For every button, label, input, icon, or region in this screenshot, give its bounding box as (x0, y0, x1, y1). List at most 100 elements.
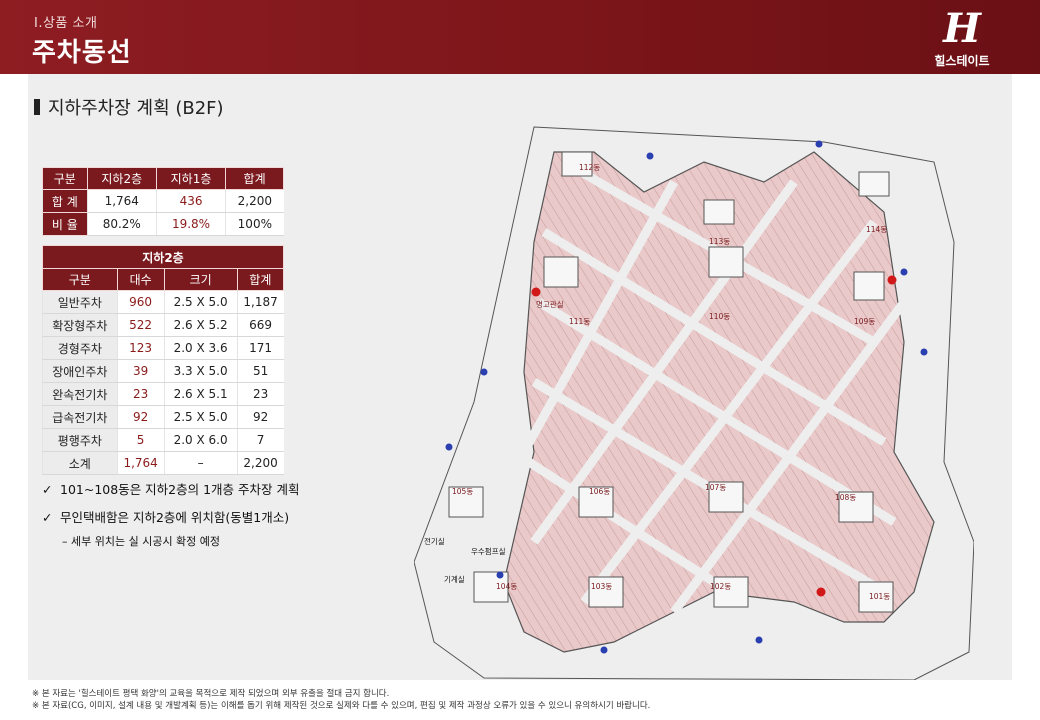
logo-mark-icon: H (943, 5, 981, 52)
table-row: 급속전기차 92 2.5 X 5.0 92 (42, 405, 284, 429)
cell-total: 2,200 (236, 451, 284, 475)
check-icon: ✓ (42, 482, 53, 497)
cell-size: 3.3 X 5.0 (163, 359, 238, 383)
label-meeting-room: 명고관실 (536, 299, 564, 309)
row-label: 소계 (42, 451, 118, 475)
row-label: 합 계 (42, 189, 88, 213)
cell-b2: 1,764 (86, 189, 157, 213)
summary-header: 지하2층 (86, 167, 157, 190)
cell-size: 2.5 X 5.0 (163, 405, 238, 429)
cell-b1: 436 (155, 189, 226, 213)
b2-header: 구분 (42, 268, 118, 291)
section-title-text: 지하주차장 계획 (B2F) (48, 98, 224, 119)
logo-brand-text: 힐스테이트 (934, 54, 990, 68)
row-label: 일반주차 (42, 290, 118, 314)
cell-total: 2,200 (225, 189, 284, 213)
cell-count: 5 (116, 428, 165, 452)
table-row: 경형주차 123 2.0 X 3.6 171 (42, 336, 284, 360)
table-row: 평행주차 5 2.0 X 6.0 7 (42, 428, 284, 452)
note-text: 101~108동은 지하2층의 1개층 주차장 계획 (60, 482, 300, 497)
note-item: ✓ 무인택배함은 지하2층에 위치함(동별1개소) (42, 507, 300, 526)
cell-count: 522 (116, 313, 165, 337)
cell-count: 92 (116, 405, 165, 429)
label-114: 114동 (866, 225, 887, 234)
footer-disclaimer: ※ 본 자료는 '힐스테이트 평택 화양'의 교육을 목적으로 제작 되었으며 … (32, 688, 650, 712)
cell-size: 2.6 X 5.1 (163, 382, 238, 406)
table-row: 비 율 80.2% 19.8% 100% (42, 212, 284, 236)
brand-logo[interactable]: H 힐스테이트 (924, 5, 1000, 69)
label-108: 108동 (835, 493, 856, 502)
cell-count: 39 (116, 359, 165, 383)
label-107: 107동 (705, 483, 726, 492)
cell-total: 1,187 (236, 290, 284, 314)
b2-header: 크기 (163, 268, 238, 291)
header-subtitle: Ⅰ.상품 소개 (34, 16, 98, 31)
cell-total: 92 (236, 405, 284, 429)
cell-size: 2.6 X 5.2 (163, 313, 238, 337)
row-label: 경형주차 (42, 336, 118, 360)
label-112: 112동 (579, 163, 600, 172)
cell-size: 2.5 X 5.0 (163, 290, 238, 314)
cell-b1: 19.8% (155, 212, 226, 236)
row-label: 확장형주차 (42, 313, 118, 337)
table-caption: 지하2층 (42, 245, 284, 269)
label-mechanical-room: 기계실 (444, 574, 465, 584)
section-bar-icon (34, 99, 40, 115)
notes: ✓ 101~108동은 지하2층의 1개층 주차장 계획 ✓ 무인택배함은 지하2층… (42, 479, 300, 549)
row-label: 완속전기차 (42, 382, 118, 406)
section-title: 지하주차장 계획 (B2F) (34, 94, 224, 120)
parking-floor-plan: 112동 113동 114동 111동 110동 109동 105동 106동 … (414, 126, 974, 680)
table-row: 완속전기차 23 2.6 X 5.1 23 (42, 382, 284, 406)
label-101: 101동 (869, 592, 890, 601)
note-item: ✓ 101~108동은 지하2층의 1개층 주차장 계획 (42, 479, 300, 498)
cell-total: 100% (225, 212, 284, 236)
cell-size: 2.0 X 3.6 (163, 336, 238, 360)
label-110: 110동 (709, 312, 730, 321)
table-row: 일반주차 960 2.5 X 5.0 1,187 (42, 290, 284, 314)
label-102: 102동 (710, 582, 731, 591)
cell-total: 7 (236, 428, 284, 452)
label-104: 104동 (496, 582, 517, 591)
cell-size: – (163, 451, 238, 475)
note-subtext: – 세부 위치는 실 시공시 확정 예정 (62, 535, 221, 548)
summary-header: 지하1층 (155, 167, 227, 190)
cell-count: 960 (116, 290, 165, 314)
label-pump-room: 우수펌프실 (471, 546, 506, 556)
label-106: 106동 (589, 487, 610, 496)
header-bar: Ⅰ.상품 소개 주차동선 H 힐스테이트 (0, 0, 1040, 74)
label-109: 109동 (854, 317, 875, 326)
label-111: 111동 (569, 317, 590, 326)
cell-total: 171 (236, 336, 284, 360)
table-row: 합 계 1,764 436 2,200 (42, 189, 284, 213)
summary-header: 합계 (225, 167, 284, 190)
table-row: 소계 1,764–2,200 (42, 451, 284, 475)
cell-count: 123 (116, 336, 165, 360)
label-105: 105동 (452, 487, 473, 496)
summary-header: 구분 (42, 167, 88, 190)
footer-line: ※ 본 자료(CG, 이미지, 설계 내용 및 개발계획 등)는 이해를 돕기 … (32, 701, 651, 711)
cell-b2: 80.2% (86, 212, 157, 236)
content-panel: 지하주차장 계획 (B2F) 구분 지하2층 지하1층 합계 합 계 1,764… (28, 74, 1012, 680)
cell-total: 23 (236, 382, 284, 406)
b2-parking-table: 지하2층 구분 대수 크기 합계 일반주차 960 2.5 X 5.0 1,187 확… (42, 245, 285, 475)
cell-total: 51 (236, 359, 284, 383)
cell-size: 2.0 X 6.0 (163, 428, 238, 452)
footer-line: ※ 본 자료는 '힐스테이트 평택 화양'의 교육을 목적으로 제작 되었으며 … (32, 689, 390, 699)
page-title: 주차동선 (32, 38, 132, 68)
label-103: 103동 (591, 582, 612, 591)
cell-total: 669 (236, 313, 284, 337)
row-label: 장애인주차 (42, 359, 118, 383)
check-icon: ✓ (42, 510, 53, 525)
b2-header: 합계 (236, 268, 285, 291)
row-label: 급속전기차 (42, 405, 118, 429)
table-row: 장애인주차 39 3.3 X 5.0 51 (42, 359, 284, 383)
cell-count: 23 (116, 382, 165, 406)
label-electric-room: 전기실 (424, 536, 445, 546)
note-text: 무인택배함은 지하2층에 위치함(동별1개소) (60, 510, 290, 525)
summary-table: 구분 지하2층 지하1층 합계 합 계 1,764 436 2,200 비 율 … (42, 167, 284, 236)
table-row: 확장형주차 522 2.6 X 5.2 669 (42, 313, 284, 337)
row-label: 평행주차 (42, 428, 118, 452)
label-113: 113동 (709, 237, 730, 246)
row-label: 비 율 (42, 212, 88, 236)
cell-count: 1,764 (116, 451, 165, 475)
